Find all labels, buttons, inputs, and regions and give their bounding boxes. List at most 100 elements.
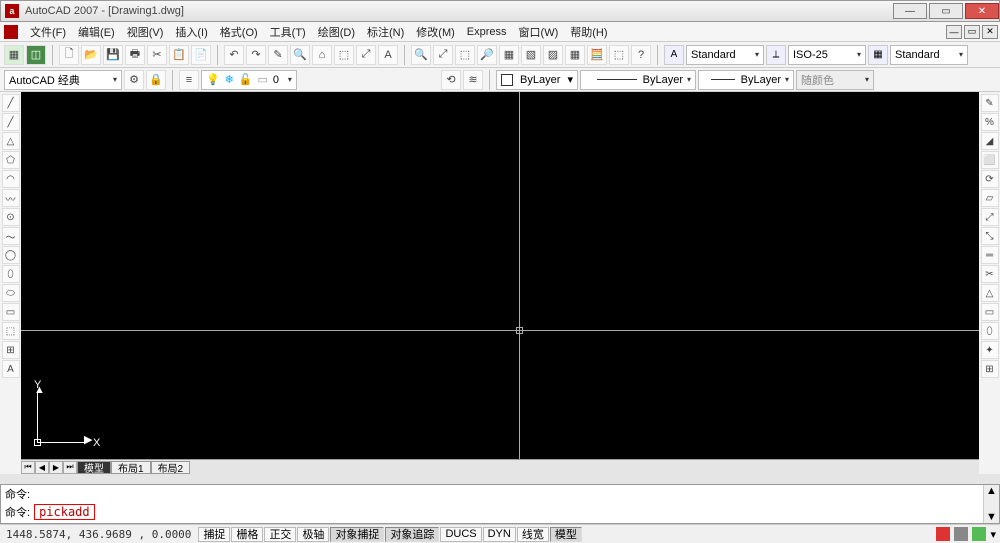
layer-dropdown[interactable]: 💡❄🔓▭ 0 ▾ [201,70,297,90]
draw-line[interactable]: ╱ [2,94,20,112]
workspace-dropdown[interactable]: AutoCAD 经典 ▾ [4,70,122,90]
coordinate-display[interactable]: 1448.5874, 436.9689 , 0.0000 [0,528,197,541]
tab-nav-prev[interactable]: ◀ [35,461,49,474]
command-window[interactable]: 命令: 命令: pickadd ▲▼ [0,484,1000,524]
menu-dimension[interactable]: 标注(N) [361,22,410,42]
mod-array[interactable]: ▱ [981,189,999,207]
status-dyn[interactable]: DYN [483,527,516,542]
mod-trim[interactable]: ✂ [981,265,999,283]
status-model[interactable]: 模型 [550,527,582,542]
tab-nav-first[interactable]: ⏮ [21,461,35,474]
draw-table[interactable]: ⊞ [2,341,20,359]
tb-dc[interactable]: ▧ [521,45,541,65]
menu-draw[interactable]: 绘图(D) [312,22,361,42]
command-line[interactable]: 命令: pickadd [1,503,983,521]
tb-redo[interactable]: ↷ [246,45,266,65]
mod-break[interactable]: ▭ [981,303,999,321]
tb-zoomw[interactable]: ⤢ [433,45,453,65]
tb-zoome[interactable]: ⬚ [455,45,475,65]
draw-xline[interactable]: ╱ [2,113,20,131]
tab-nav-next[interactable]: ▶ [49,461,63,474]
tb-ws-settings[interactable]: ⚙ [124,70,144,90]
menu-modify[interactable]: 修改(M) [410,22,461,42]
mod-copy[interactable]: % [981,113,999,131]
status-ortho[interactable]: 正交 [264,527,296,542]
draw-spline[interactable]: 〰 [2,189,20,207]
dim-style-dropdown[interactable]: ISO-25 ▾ [788,45,866,65]
tb-copy[interactable]: 📋 [169,45,189,65]
draw-ellipsearc[interactable]: ⬯ [2,265,20,283]
maximize-button[interactable]: ▭ [929,3,963,19]
status-otrack[interactable]: 对象追踪 [385,527,439,542]
tb-ssm[interactable]: ▦ [565,45,585,65]
tb-help[interactable]: ? [631,45,651,65]
tray-caret[interactable]: ▾ [990,528,996,541]
status-lwt[interactable]: 线宽 [517,527,549,542]
tb-save[interactable]: 💾 [103,45,123,65]
mod-move[interactable]: ⤢ [981,208,999,226]
draw-polygon[interactable]: ⬠ [2,151,20,169]
draw-ellipse[interactable]: ◯ [2,246,20,264]
doc-close-button[interactable]: ✕ [982,25,998,39]
draw-pline[interactable]: △ [2,132,20,150]
tb-btn-ws1[interactable]: ▦ [4,45,24,65]
mod-mirror[interactable]: ◢ [981,132,999,150]
menu-format[interactable]: 格式(O) [214,22,264,42]
color-control[interactable]: ByLayer ▾ [496,70,578,90]
menu-file[interactable]: 文件(F) [24,22,72,42]
mod-stretch[interactable]: ═ [981,246,999,264]
draw-circle[interactable]: ⊙ [2,208,20,226]
mod-fillet[interactable]: ✦ [981,341,999,359]
tb-new[interactable]: 🗋 [59,45,79,65]
mod-rotate[interactable]: ⟳ [981,170,999,188]
doc-minimize-button[interactable]: — [946,25,962,39]
mod-scale[interactable]: ⤡ [981,227,999,245]
linetype-dropdown[interactable]: ByLayer ▾ [580,70,696,90]
menu-help[interactable]: 帮助(H) [564,22,613,42]
menu-view[interactable]: 视图(V) [121,22,170,42]
lineweight-dropdown[interactable]: ByLayer ▾ [698,70,794,90]
tb-cut[interactable]: ✂ [147,45,167,65]
sheet-tab-model[interactable]: 模型 [77,461,111,474]
tray-comm-icon[interactable] [936,527,950,541]
menu-window[interactable]: 窗口(W) [513,22,565,42]
tb-layer-mgr[interactable]: ≡ [179,70,199,90]
tray-plot-icon[interactable] [972,527,986,541]
tb-layer-state[interactable]: ≋ [463,70,483,90]
draw-insert[interactable]: ⬭ [2,284,20,302]
sheet-tab-layout2[interactable]: 布局2 [151,461,191,474]
tb-ws-lock[interactable]: 🔒 [146,70,166,90]
status-grid[interactable]: 栅格 [231,527,263,542]
tray-lock-icon[interactable] [954,527,968,541]
mod-erase[interactable]: ✎ [981,94,999,112]
status-polar[interactable]: 极轴 [297,527,329,542]
cmd-scrollbar[interactable]: ▲▼ [983,485,999,523]
tb-btn-ws2[interactable]: ◫ [26,45,46,65]
draw-mtext[interactable]: A [2,360,20,378]
tb-match[interactable]: ✎ [268,45,288,65]
tb-zoomrt[interactable]: 🔍 [411,45,431,65]
tb-layer-prev[interactable]: ⟲ [441,70,461,90]
plotstyle-dropdown[interactable]: 随颜色 ▾ [796,70,874,90]
draw-hatch[interactable]: ⬚ [2,322,20,340]
tb-pan[interactable]: ⌂ [312,45,332,65]
mod-explode[interactable]: ⊞ [981,360,999,378]
menu-express[interactable]: Express [461,24,513,40]
draw-rect[interactable]: ▭ [2,303,20,321]
tb-open[interactable]: 📂 [81,45,101,65]
tb-region[interactable]: ⬚ [334,45,354,65]
drawing-canvas[interactable]: ▲ ▶ Y X [21,92,979,459]
tb-calc[interactable]: 🧮 [587,45,607,65]
text-style-dropdown[interactable]: Standard ▾ [686,45,764,65]
command-input[interactable]: pickadd [34,504,95,520]
sheet-tab-layout1[interactable]: 布局1 [111,461,151,474]
tb-zoomp[interactable]: 🔎 [477,45,497,65]
tb-paste[interactable]: 📄 [191,45,211,65]
h-scrollbar[interactable] [0,474,1000,484]
tb-mark[interactable]: ⬚ [609,45,629,65]
mod-extend[interactable]: △ [981,284,999,302]
doc-restore-button[interactable]: ▭ [964,25,980,39]
tb-text[interactable]: A [378,45,398,65]
status-snap[interactable]: 捕捉 [198,527,230,542]
draw-revcloud[interactable]: 〜 [2,227,20,245]
